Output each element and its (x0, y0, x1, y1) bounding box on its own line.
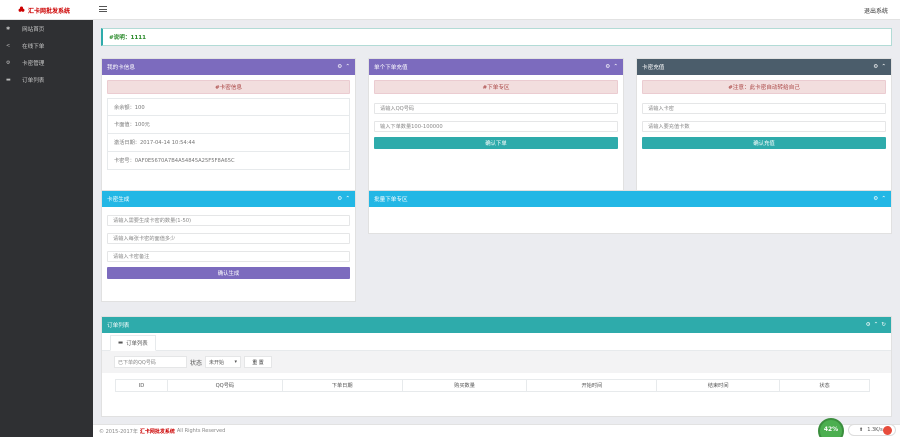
alert-box: #下单专区 (374, 80, 618, 94)
column-header[interactable]: 下单日期 (281, 379, 403, 392)
sidebar-item-order[interactable]: < 在线下单 (0, 37, 93, 54)
panel-header: 卡密生成 ⚙ ⌃ (102, 191, 355, 207)
sidebar-item-cards[interactable]: ⚙ 卡密管理 (0, 54, 93, 71)
column-header[interactable]: 结束时间 (656, 379, 781, 392)
chevron-up-icon[interactable]: ⌃ (874, 322, 879, 328)
confirm-order-button[interactable]: 确认下单 (374, 137, 618, 149)
gear-icon[interactable]: ⚙ (866, 322, 871, 328)
column-header[interactable]: ID (115, 379, 168, 392)
count-input[interactable]: 请输入要充值卡数 (642, 121, 886, 132)
footer: © 2015-2017年 汇卡网批发系统 All Rights Reserved (93, 424, 900, 437)
panel-title: 批量下单专区 (374, 197, 408, 203)
sidebar-item-label: 网站首页 (22, 26, 45, 33)
filter-bar: 已下单的QQ号码 状态 未开始 ▾ 重 置 (102, 351, 891, 373)
panel-title: 我的卡信息 (107, 65, 135, 71)
alert-box: #卡密信息 (107, 80, 350, 94)
footer-brand[interactable]: 汇卡网批发系统 (140, 428, 175, 435)
batch-order-panel: 批量下单专区 ⚙ ⌃ (368, 190, 892, 234)
panel-title: 单个下单充值 (374, 65, 408, 71)
arrow-up-icon: ⬆ (859, 427, 864, 433)
gear-icon: ⚙ (6, 59, 11, 66)
column-header[interactable]: QQ号码 (166, 379, 283, 392)
cpu-percent-badge: 42% (818, 418, 844, 437)
count-input[interactable]: 请输入需要生成卡密的数量(1-50) (107, 215, 350, 226)
top-bar: 汇卡网批发系统 退出系统 (0, 0, 900, 20)
sidebar-item-label: 卡密管理 (22, 60, 45, 67)
gear-icon[interactable]: ⚙ (605, 64, 610, 70)
remark-input[interactable]: 请输入卡密备注 (107, 251, 350, 262)
table-header-row: ID QQ号码 下单日期 购买数量 开始时间 结束时间 状态 (115, 379, 870, 392)
list-icon: ▬ (6, 76, 11, 83)
sidebar-item-home[interactable]: ✱ 网站首页 (0, 20, 93, 37)
panel-title: 卡密充值 (642, 65, 665, 71)
rights-text: All Rights Reserved (176, 428, 226, 434)
card-icon: ▬ (118, 340, 124, 346)
panel-header: 我的卡信息 ⚙ ⌃ (102, 59, 355, 75)
notice-bar: #说明：1111 (101, 28, 892, 46)
alert-box: #注意：此卡密自动转给自己 (642, 80, 886, 94)
panel-title: 卡密生成 (107, 197, 130, 203)
chevron-up-icon[interactable]: ⌃ (881, 196, 886, 202)
value-input[interactable]: 请输入每张卡密的面值多少 (107, 233, 350, 244)
panel-header: 批量下单专区 ⚙ ⌃ (369, 191, 891, 207)
tab-orders[interactable]: ▬ 订单列表 (110, 335, 156, 351)
gear-icon[interactable]: ⚙ (337, 196, 342, 202)
reset-button[interactable]: 重 置 (244, 356, 273, 368)
qq-input[interactable]: 请输入QQ号码 (374, 103, 618, 114)
logout-button[interactable]: 退出系统 (864, 6, 888, 15)
gear-icon[interactable]: ⚙ (873, 64, 878, 70)
column-header[interactable]: 状态 (779, 379, 870, 392)
share-icon: < (6, 42, 11, 49)
sidebar-item-label: 在线下单 (22, 43, 45, 50)
logo: 汇卡网批发系统 (0, 0, 93, 20)
main-content: #说明：1111 我的卡信息 ⚙ ⌃ #卡密信息 余余额：100 卡面值：100元… (93, 20, 900, 437)
gear-icon[interactable]: ⚙ (337, 64, 342, 70)
menu-toggle-icon[interactable] (99, 5, 107, 13)
chevron-up-icon[interactable]: ⌃ (881, 64, 886, 70)
orders-table: ID QQ号码 下单日期 购买数量 开始时间 结束时间 状态 (115, 379, 870, 392)
sidebar-item-label: 订单列表 (22, 77, 45, 84)
orders-panel: 订单列表 ⚙ ⌃ ↻ ▬ 订单列表 已下单的QQ号码 状态 未开始 ▾ 重 置 ID … (101, 316, 892, 417)
status-value: 未开始 (209, 359, 225, 366)
column-header[interactable]: 开始时间 (526, 379, 658, 392)
generate-panel: 卡密生成 ⚙ ⌃ 请输入需要生成卡密的数量(1-50) 请输入每张卡密的面值多少 … (101, 190, 356, 302)
app-title: 汇卡网批发系统 (28, 7, 71, 15)
amount-input[interactable]: 输入下单数量100-100000 (374, 121, 618, 132)
speed-text: 1.3K/s (867, 427, 883, 433)
refresh-icon[interactable]: ↻ (881, 322, 886, 328)
tab-label: 订单列表 (126, 341, 148, 347)
gear-icon[interactable]: ⚙ (873, 196, 878, 202)
panel-header: 卡密充值 ⚙ ⌃ (637, 59, 891, 75)
info-row: 卡密号：0AF0E5670A7B4A54845A25F5F8A65C (107, 152, 350, 170)
panel-title: 订单列表 (107, 323, 130, 329)
chevron-up-icon[interactable]: ⌃ (613, 64, 618, 70)
flower-logo-icon (18, 6, 25, 13)
confirm-generate-button[interactable]: 确认生成 (107, 267, 350, 279)
recharge-panel: 卡密充值 ⚙ ⌃ #注意：此卡密自动转给自己 请输入卡密 请输入要充值卡数 确认充… (636, 58, 892, 191)
chevron-up-icon[interactable]: ⌃ (345, 64, 350, 70)
speed-widget[interactable]: 42% ⬆ 1.3K/s (818, 418, 896, 437)
panel-header: 单个下单充值 ⚙ ⌃ (369, 59, 623, 75)
card-input[interactable]: 请输入卡密 (642, 103, 886, 114)
status-select[interactable]: 未开始 ▾ (205, 356, 242, 368)
info-row: 激活日期：2017-04-14 10:54:44 (107, 134, 350, 152)
panel-header: 订单列表 ⚙ ⌃ ↻ (102, 317, 891, 333)
status-dot-icon (883, 426, 892, 435)
copyright-text: © 2015-2017年 (99, 428, 138, 435)
chevron-down-icon: ▾ (234, 359, 238, 365)
sidebar: ✱ 网站首页 < 在线下单 ⚙ 卡密管理 ▬ 订单列表 (0, 20, 93, 437)
status-label: 状态 (190, 359, 203, 367)
sidebar-item-orders[interactable]: ▬ 订单列表 (0, 71, 93, 88)
confirm-recharge-button[interactable]: 确认充值 (642, 137, 886, 149)
chevron-up-icon[interactable]: ⌃ (345, 196, 350, 202)
card-info-panel: 我的卡信息 ⚙ ⌃ #卡密信息 余余额：100 卡面值：100元 激活日期：201… (101, 58, 356, 198)
tab-bar: ▬ 订单列表 (102, 333, 891, 351)
info-row: 卡面值：100元 (107, 116, 350, 134)
info-row: 余余额：100 (107, 98, 350, 116)
home-icon: ✱ (6, 25, 11, 32)
speed-indicator: ⬆ 1.3K/s (848, 424, 896, 436)
column-header[interactable]: 购买数量 (401, 379, 528, 392)
single-order-panel: 单个下单充值 ⚙ ⌃ #下单专区 请输入QQ号码 输入下单数量100-100000… (368, 58, 624, 191)
qq-filter-input[interactable]: 已下单的QQ号码 (114, 356, 187, 368)
